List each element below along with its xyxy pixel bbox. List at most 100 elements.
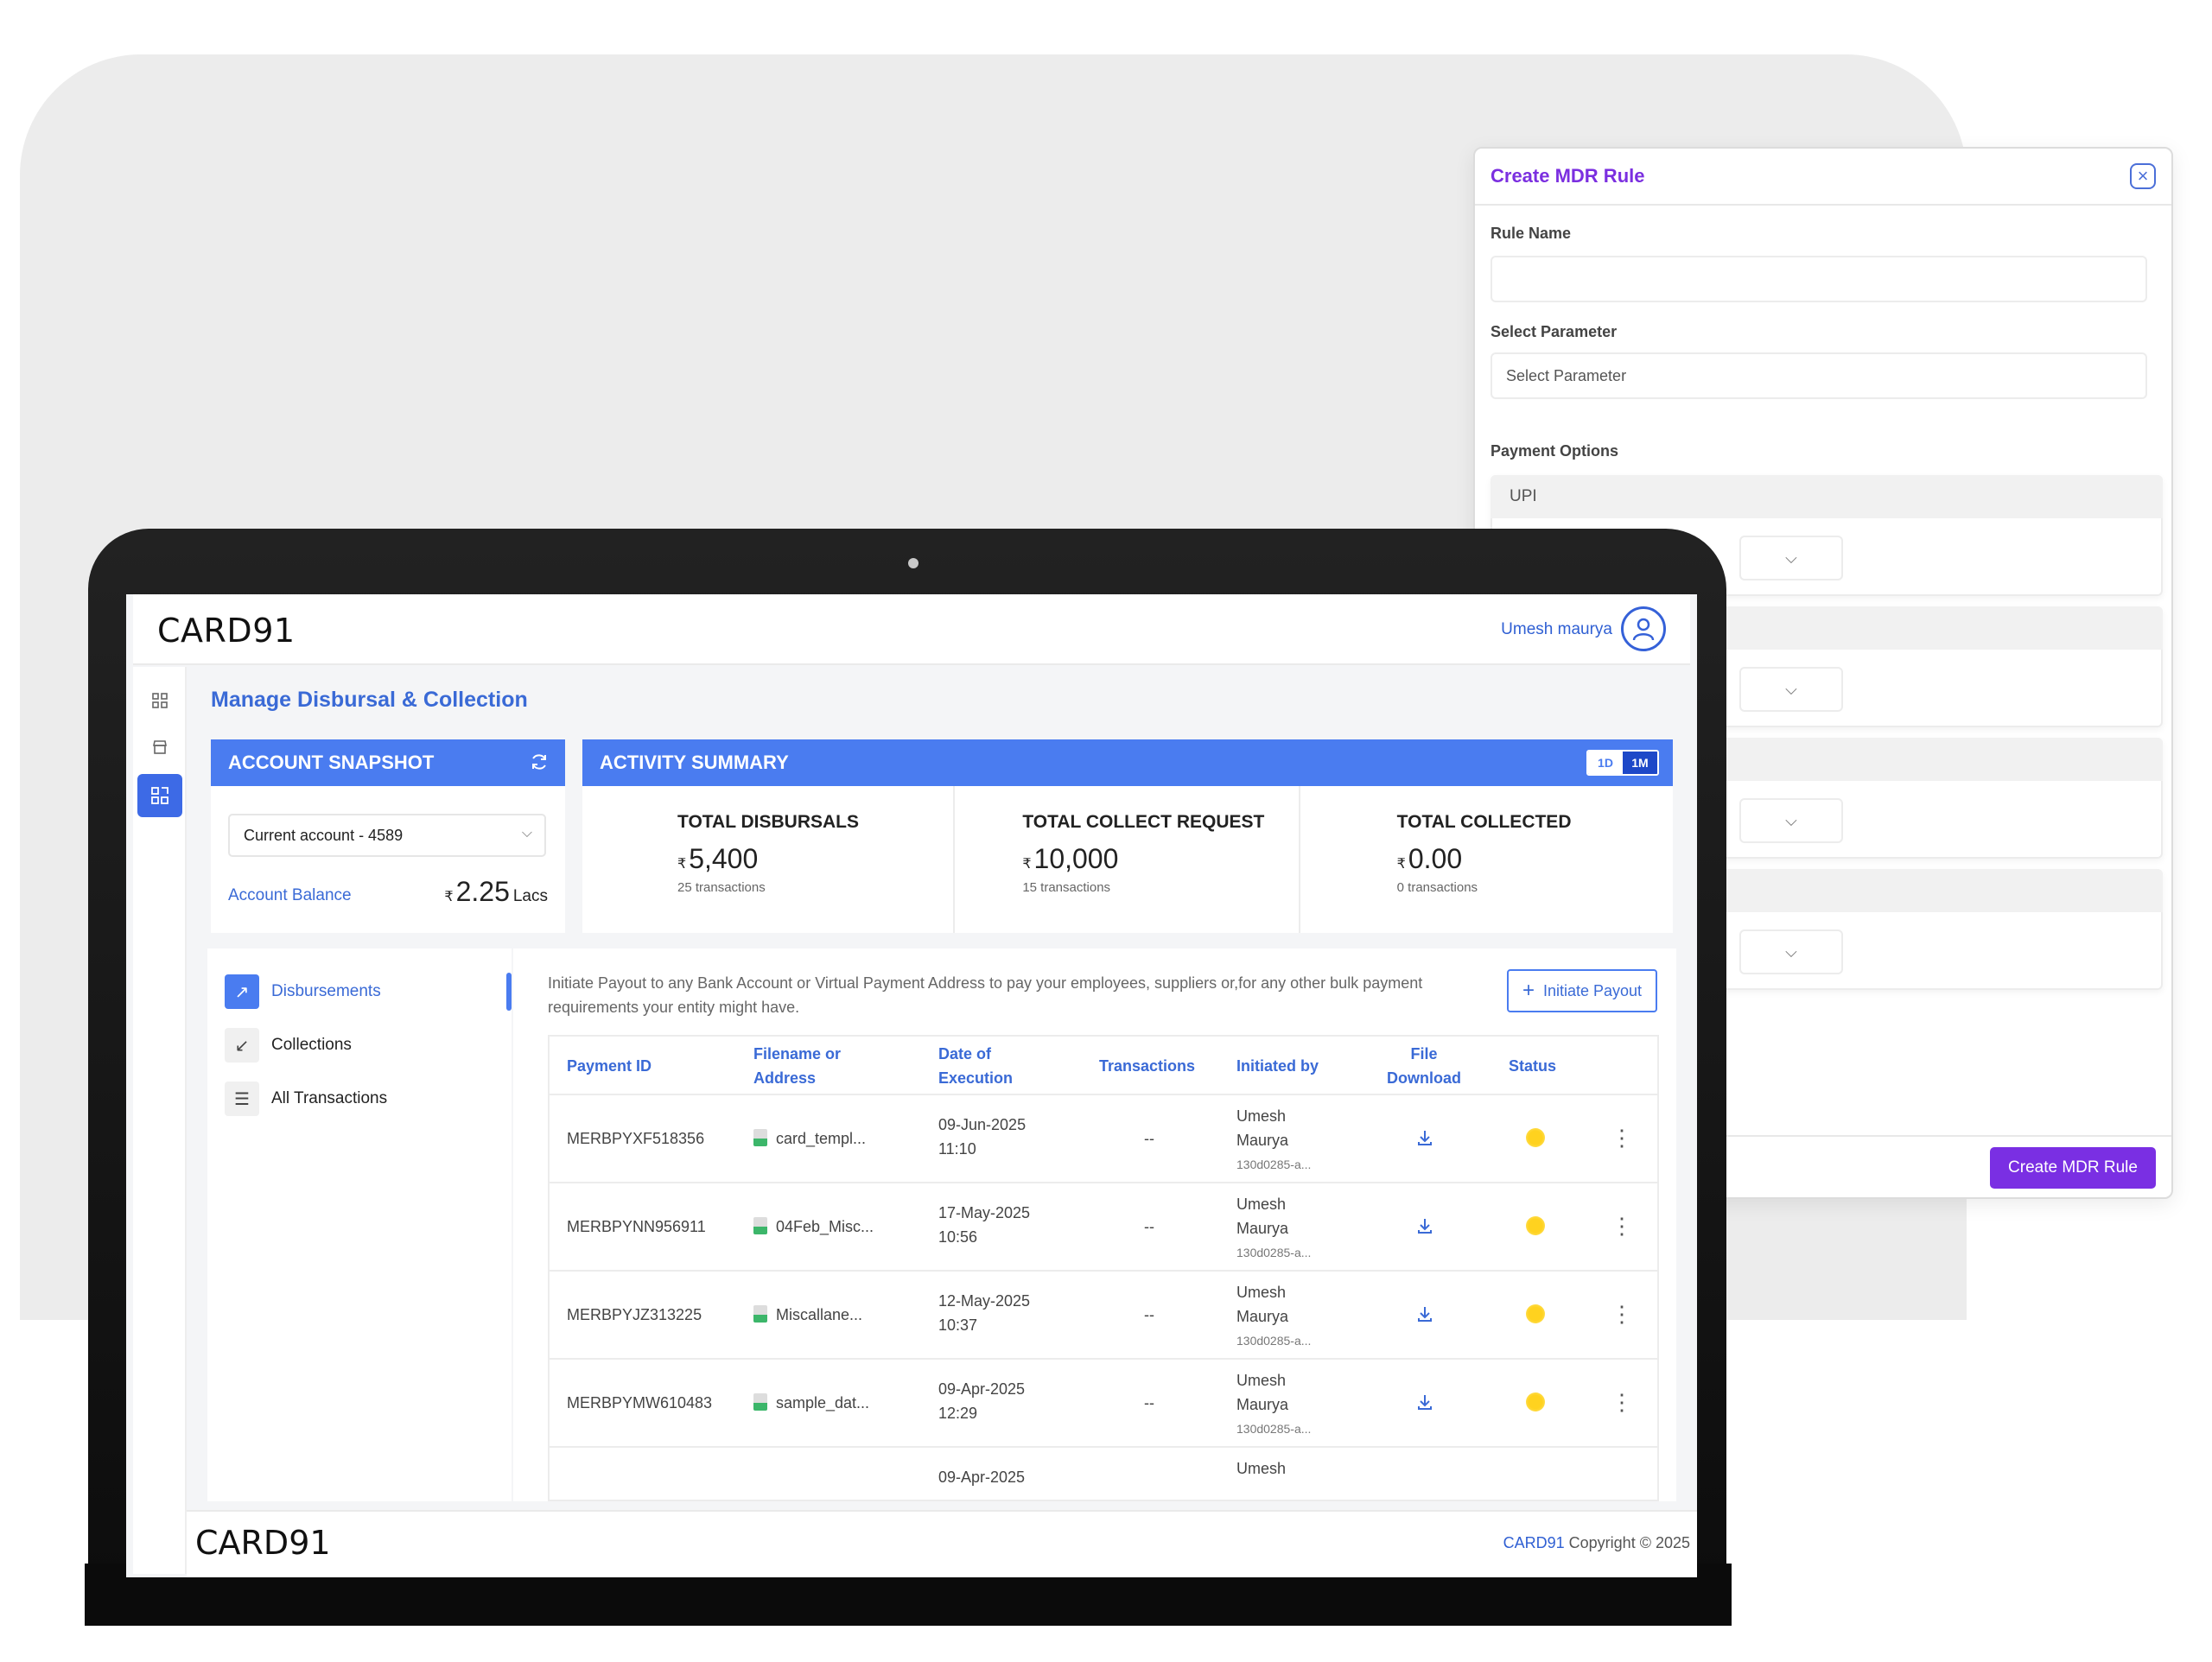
download-icon[interactable]: [1415, 1216, 1434, 1235]
rule-name-label: Rule Name: [1491, 225, 1572, 242]
nav-item-collections[interactable]: ↙ Collections: [225, 1028, 352, 1063]
table-row[interactable]: MERBPYJZ313225 Miscallane... 12-May-2025 10…: [550, 1272, 1657, 1360]
table-row[interactable]: MERBPYMW610483 sample_dat... 09-Apr-2025 12…: [550, 1360, 1657, 1448]
table-row[interactable]: MERBPYNN956911 04Feb_Misc... 17-May-2025 10…: [550, 1183, 1657, 1272]
page-title: Manage Disbursal & Collection: [211, 688, 528, 712]
more-options-icon[interactable]: ⋮: [1611, 1391, 1633, 1413]
activity-summary-title: ACTIVITY SUMMARY: [600, 752, 789, 773]
payment-id: MERBPYJZ313225: [567, 1306, 702, 1323]
column-header[interactable]: Date of Execution: [938, 1042, 1033, 1090]
footer-brand[interactable]: CARD91: [1503, 1534, 1565, 1551]
range-1d-button[interactable]: 1D: [1588, 752, 1623, 774]
more-options-icon[interactable]: ⋮: [1611, 1126, 1633, 1149]
laptop-screen: CARD91 Umesh maurya Manage Disbursal & C…: [126, 594, 1697, 1577]
account-select[interactable]: Current account - 4589 ⌵: [228, 814, 546, 857]
transactions-count: --: [1144, 1130, 1154, 1147]
more-options-icon[interactable]: ⋮: [1611, 1303, 1633, 1325]
chevron-down-icon[interactable]: ⌵: [1739, 798, 1843, 843]
column-header[interactable]: Filename or Address: [753, 1042, 866, 1090]
column-header[interactable]: Payment ID: [567, 1054, 652, 1078]
nav-item-label: Disbursements: [271, 982, 381, 1000]
sidebar: [133, 667, 187, 1574]
user-avatar-icon[interactable]: [1621, 606, 1666, 651]
activity-card-value: ₹5,400: [677, 843, 953, 875]
nav-item-all-transactions[interactable]: ☰ All Transactions: [225, 1082, 387, 1116]
copyright-text: CARD91 Copyright © 2025: [1503, 1534, 1690, 1552]
dashboard-icon[interactable]: [143, 684, 176, 717]
transactions-nav: ↗ Disbursements ↙ Collections ☰ All Tran…: [207, 948, 512, 1501]
activity-summary-header: ACTIVITY SUMMARY 1D 1M: [582, 739, 1673, 786]
execution-time: 10:37: [938, 1316, 978, 1334]
activity-card-title: TOTAL COLLECT REQUEST: [1022, 812, 1265, 832]
table-row[interactable]: MERBPYXF518356 card_templ... 09-Jun-2025 11…: [550, 1095, 1657, 1183]
rupee-symbol: ₹: [444, 890, 454, 904]
payment-id: MERBPYXF518356: [567, 1130, 705, 1147]
refresh-icon[interactable]: [529, 752, 550, 777]
transactions-count: --: [1144, 1394, 1154, 1411]
initiator-first-name: Umesh: [1236, 1107, 1287, 1125]
execution-time: 12:29: [938, 1405, 978, 1422]
app-logo: CARD91: [157, 612, 296, 650]
status-pending-icon: [1526, 1304, 1545, 1323]
list-icon: ☰: [225, 1082, 259, 1116]
modal-header: Create MDR Rule ×: [1475, 149, 2171, 206]
create-mdr-rule-button[interactable]: Create MDR Rule: [1990, 1147, 2156, 1189]
more-options-icon[interactable]: ⋮: [1611, 1215, 1633, 1237]
range-1m-button[interactable]: 1M: [1623, 752, 1657, 774]
column-header[interactable]: Transactions: [1099, 1054, 1195, 1078]
close-icon[interactable]: ×: [2130, 163, 2156, 189]
plus-icon: +: [1522, 979, 1535, 1002]
initiator-last-name: Maurya: [1236, 1132, 1289, 1149]
download-icon[interactable]: [1415, 1304, 1434, 1323]
filename[interactable]: sample_dat...: [753, 1391, 869, 1415]
payouts-table: Payment ID Filename or Address Date of E…: [548, 1035, 1659, 1501]
qr-payments-icon[interactable]: [137, 774, 182, 817]
download-icon[interactable]: [1415, 1392, 1434, 1411]
initiate-payout-button[interactable]: + Initiate Payout: [1507, 969, 1657, 1012]
active-nav-marker: [506, 973, 512, 1011]
filename-text: 04Feb_Misc...: [776, 1218, 874, 1235]
balance-unit: Lacs: [512, 887, 548, 905]
filename[interactable]: Miscallane...: [753, 1303, 862, 1327]
execution-date: 09-Jun-2025: [938, 1116, 1027, 1133]
chevron-down-icon[interactable]: ⌵: [1739, 667, 1843, 712]
execution-date: 09-Apr-2025: [938, 1380, 1026, 1398]
activity-card-value: ₹0.00: [1397, 843, 1673, 875]
initiator-last-name: Maurya: [1236, 1396, 1289, 1413]
table-row[interactable]: 09-Apr-2025 Umesh: [550, 1448, 1657, 1500]
disbursement-description: Initiate Payout to any Bank Account or V…: [548, 974, 1423, 1016]
account-balance-label[interactable]: Account Balance: [228, 886, 352, 905]
column-header[interactable]: Status: [1509, 1054, 1556, 1078]
store-icon[interactable]: [143, 731, 176, 764]
rule-name-input[interactable]: [1491, 256, 2147, 302]
filename[interactable]: card_templ...: [753, 1126, 866, 1151]
initiator-id: 130d0285-a...: [1236, 1422, 1312, 1436]
file-icon: [753, 1305, 767, 1323]
chevron-down-icon[interactable]: ⌵: [1739, 536, 1843, 580]
nav-item-label: All Transactions: [271, 1089, 388, 1107]
execution-date: 09-Apr-2025: [938, 1469, 1026, 1486]
payment-id: MERBPYNN956911: [567, 1218, 706, 1235]
filename-text: Miscallane...: [776, 1306, 863, 1323]
chevron-down-icon[interactable]: ⌵: [1739, 929, 1843, 974]
chevron-down-icon: ⌵: [521, 826, 532, 841]
activity-card-sub: 0 transactions: [1396, 880, 1478, 895]
execution-time: 10:56: [938, 1228, 978, 1246]
file-icon: [753, 1393, 767, 1411]
column-header[interactable]: File Download: [1379, 1042, 1469, 1090]
camera-dot: [908, 558, 918, 568]
activity-card: TOTAL DISBURSALS ₹5,400 25 transactions: [582, 786, 956, 933]
transactions-count: --: [1144, 1306, 1154, 1323]
initiator-first-name: Umesh: [1236, 1460, 1287, 1477]
filename-text: sample_dat...: [776, 1394, 870, 1411]
initiate-payout-label: Initiate Payout: [1542, 981, 1643, 999]
filename[interactable]: 04Feb_Misc...: [753, 1215, 874, 1239]
column-header[interactable]: Initiated by: [1236, 1054, 1319, 1078]
account-balance-value: ₹2.25 Lacs: [444, 876, 548, 908]
payment-option-header: UPI: [1491, 475, 2163, 518]
download-icon[interactable]: [1415, 1128, 1434, 1147]
user-name[interactable]: Umesh maurya: [1501, 620, 1612, 639]
select-parameter-dropdown[interactable]: Select Parameter: [1491, 352, 2147, 399]
nav-item-disbursements[interactable]: ↗ Disbursements: [225, 974, 381, 1009]
activity-card: TOTAL COLLECT REQUEST ₹10,000 15 transac…: [955, 786, 1300, 933]
